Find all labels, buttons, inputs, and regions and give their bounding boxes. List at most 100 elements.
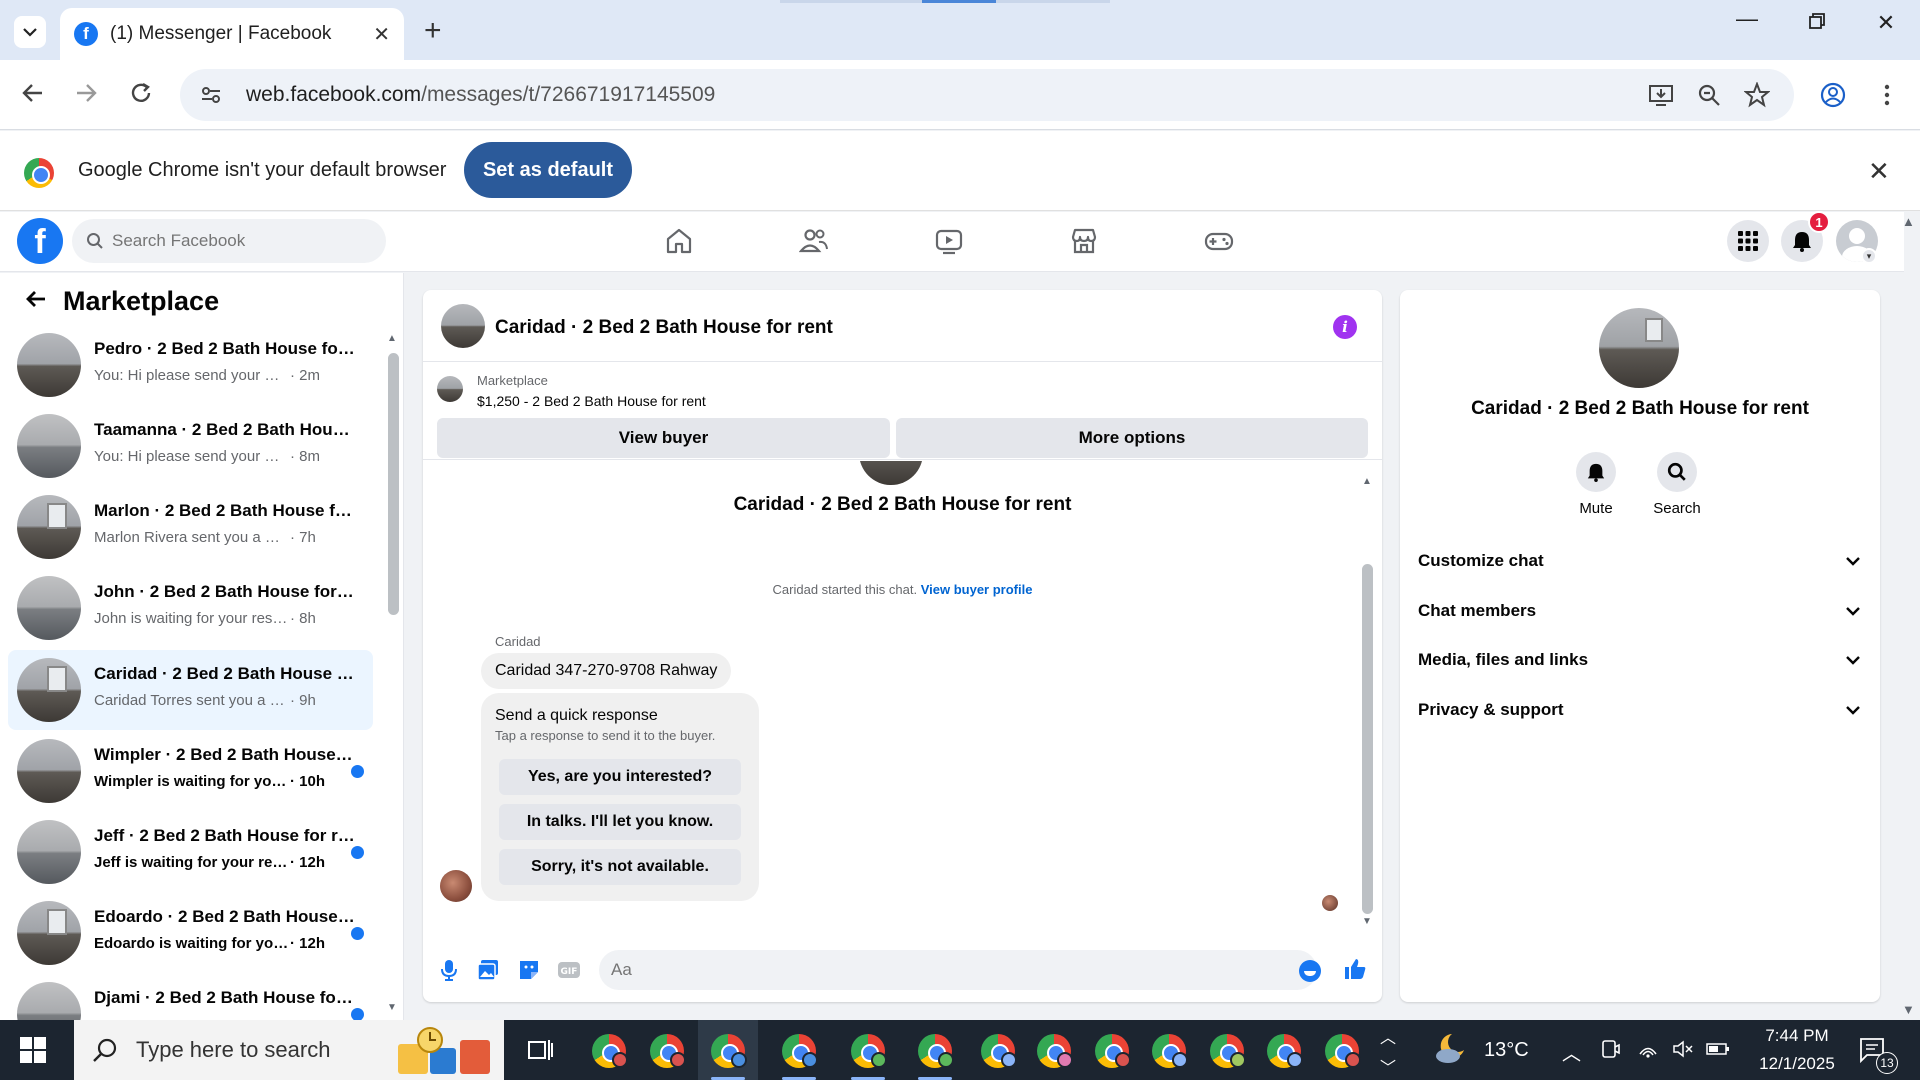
chat-avatar[interactable]	[441, 304, 485, 348]
search-in-chat-button[interactable]: Search	[1637, 452, 1717, 517]
page-scroll-up-arrow[interactable]: ▲	[1902, 214, 1915, 229]
browser-tab-messenger[interactable]: f (1) Messenger | Facebook ✕	[60, 8, 404, 60]
home-icon[interactable]	[664, 226, 694, 256]
tab-close-icon[interactable]: ✕	[373, 22, 390, 47]
chrome-taskbar-icon[interactable]	[918, 1034, 954, 1068]
chrome-taskbar-icon[interactable]	[1037, 1034, 1073, 1068]
chrome-taskbar-icon[interactable]	[650, 1034, 686, 1068]
conversation-item-active[interactable]: Caridad · 2 Bed 2 Bath House for rent Ca…	[8, 650, 373, 730]
conversation-item[interactable]: Jeff · 2 Bed 2 Bath House for rent Jeff …	[8, 812, 373, 892]
wifi-icon[interactable]	[1638, 1039, 1658, 1059]
scroll-up-arrow[interactable]: ▲	[387, 333, 397, 344]
windows-start-icon[interactable]	[20, 1037, 46, 1063]
chrome-taskbar-icon[interactable]	[782, 1034, 818, 1068]
reload-button[interactable]	[128, 80, 154, 113]
thread-scrollbar[interactable]	[1362, 564, 1373, 914]
install-app-icon[interactable]	[1648, 82, 1674, 108]
chrome-taskbar-icon[interactable]	[592, 1034, 628, 1068]
profile-avatar[interactable]	[1599, 308, 1679, 388]
listing-thumbnail[interactable]	[437, 376, 463, 402]
info-icon[interactable]: i	[1333, 315, 1357, 339]
sender-avatar[interactable]	[440, 870, 472, 902]
more-options-button[interactable]: More options	[896, 418, 1368, 458]
browser-menu-icon[interactable]	[1874, 82, 1900, 108]
emoji-icon[interactable]	[1299, 960, 1321, 982]
restore-button[interactable]	[1797, 10, 1837, 36]
chrome-taskbar-icon-active[interactable]	[711, 1034, 747, 1068]
quick-reply-button[interactable]: Sorry, it's not available.	[499, 849, 741, 885]
sidebar-scrollbar[interactable]	[388, 353, 399, 615]
photo-icon[interactable]	[476, 958, 500, 982]
media-files-links-section[interactable]: Media, files and links	[1416, 640, 1864, 680]
close-window-button[interactable]: ✕	[1866, 10, 1906, 36]
new-tab-button[interactable]: +	[424, 14, 442, 48]
marketplace-icon[interactable]	[1069, 226, 1099, 256]
infobar-close-icon[interactable]: ✕	[1868, 156, 1890, 187]
gaming-icon[interactable]	[1204, 226, 1234, 256]
video-icon[interactable]	[934, 226, 964, 256]
back-button[interactable]	[20, 80, 46, 113]
mute-button[interactable]: Mute	[1556, 452, 1636, 517]
task-view-icon[interactable]	[526, 1037, 554, 1063]
chrome-taskbar-icon[interactable]	[1325, 1034, 1361, 1068]
address-bar[interactable]: web.facebook.com/messages/t/726671917145…	[180, 69, 1794, 121]
scroll-down-arrow[interactable]: ▼	[387, 1002, 397, 1013]
gif-icon[interactable]: GIF	[557, 958, 581, 982]
privacy-support-section[interactable]: Privacy & support	[1416, 690, 1864, 730]
scroll-up-arrow[interactable]: ▲	[1362, 476, 1372, 487]
conversation-item[interactable]: Taamanna · 2 Bed 2 Bath House for rent Y…	[8, 406, 373, 486]
conversation-item[interactable]: Djami · 2 Bed 2 Bath House for rent	[8, 974, 373, 1020]
chrome-taskbar-icon[interactable]	[1210, 1034, 1246, 1068]
forward-button[interactable]	[73, 80, 99, 113]
chrome-taskbar-icon[interactable]	[1095, 1034, 1131, 1068]
chrome-taskbar-icon[interactable]	[1152, 1034, 1188, 1068]
chat-members-section[interactable]: Chat members	[1416, 591, 1864, 631]
conversation-item[interactable]: John · 2 Bed 2 Bath House for rent John …	[8, 568, 373, 648]
meet-now-icon[interactable]	[1600, 1039, 1620, 1059]
chat-title[interactable]: Caridad · 2 Bed 2 Bath House for rent	[495, 317, 833, 339]
chrome-taskbar-icon[interactable]	[981, 1034, 1017, 1068]
customize-chat-section[interactable]: Customize chat	[1416, 541, 1864, 581]
facebook-search-box[interactable]	[72, 219, 386, 263]
weather-moon-cloud-icon[interactable]	[1432, 1032, 1468, 1066]
chrome-taskbar-icon[interactable]	[1267, 1034, 1303, 1068]
minimize-button[interactable]: —	[1727, 6, 1767, 32]
conversation-item[interactable]: Wimpler · 2 Bed 2 Bath House for rent Wi…	[8, 731, 373, 811]
view-buyer-profile-link[interactable]: View buyer profile	[921, 582, 1033, 597]
conversation-item[interactable]: Marlon · 2 Bed 2 Bath House for rent Mar…	[8, 487, 373, 567]
conversation-item[interactable]: Pedro · 2 Bed 2 Bath House for rent You:…	[8, 325, 373, 405]
weather-temperature[interactable]: 13°C	[1484, 1039, 1529, 1062]
quick-reply-button[interactable]: In talks. I'll let you know.	[499, 804, 741, 840]
bookmark-star-icon[interactable]	[1744, 82, 1770, 108]
facebook-search-input[interactable]	[112, 231, 362, 251]
taskbar-scroll-up-icon[interactable]: ︿	[1380, 1024, 1396, 1048]
volume-muted-icon[interactable]	[1672, 1039, 1694, 1059]
sticker-icon[interactable]	[517, 958, 541, 982]
message-input[interactable]	[599, 950, 1317, 990]
back-arrow-icon[interactable]	[24, 287, 48, 318]
profile-icon[interactable]	[1820, 82, 1846, 108]
view-buyer-button[interactable]: View buyer	[437, 418, 890, 458]
listing-title[interactable]: $1,250 - 2 Bed 2 Bath House for rent	[477, 393, 706, 409]
quick-reply-button[interactable]: Yes, are you interested?	[499, 759, 741, 795]
page-scroll-down-arrow[interactable]: ▼	[1902, 1002, 1915, 1017]
tray-overflow-chevron-icon[interactable]: ︿	[1562, 1039, 1581, 1066]
menu-button[interactable]	[1727, 220, 1769, 262]
tab-search-button[interactable]	[14, 16, 46, 48]
chrome-taskbar-icon[interactable]	[851, 1034, 887, 1068]
facebook-logo-icon[interactable]: f	[17, 218, 63, 264]
zoom-icon[interactable]	[1696, 82, 1722, 108]
set-as-default-button[interactable]: Set as default	[464, 142, 632, 198]
clock-time[interactable]: 7:44 PM	[1742, 1026, 1852, 1046]
thumbs-up-icon[interactable]	[1343, 957, 1367, 981]
scroll-down-arrow[interactable]: ▼	[1362, 916, 1372, 927]
clock-date[interactable]: 12/1/2025	[1742, 1054, 1852, 1074]
conversation-item[interactable]: Edoardo · 2 Bed 2 Bath House for rent Ed…	[8, 893, 373, 973]
battery-icon[interactable]	[1706, 1039, 1730, 1059]
microphone-icon[interactable]	[437, 958, 461, 982]
taskbar-scroll-down-icon[interactable]: ﹀	[1380, 1054, 1396, 1078]
chevron-down-icon[interactable]: ▾	[1861, 248, 1877, 264]
message-bubble[interactable]: Caridad 347-270-9708 Rahway	[481, 653, 732, 689]
site-info-icon[interactable]	[200, 84, 222, 106]
friends-icon[interactable]	[799, 226, 829, 256]
